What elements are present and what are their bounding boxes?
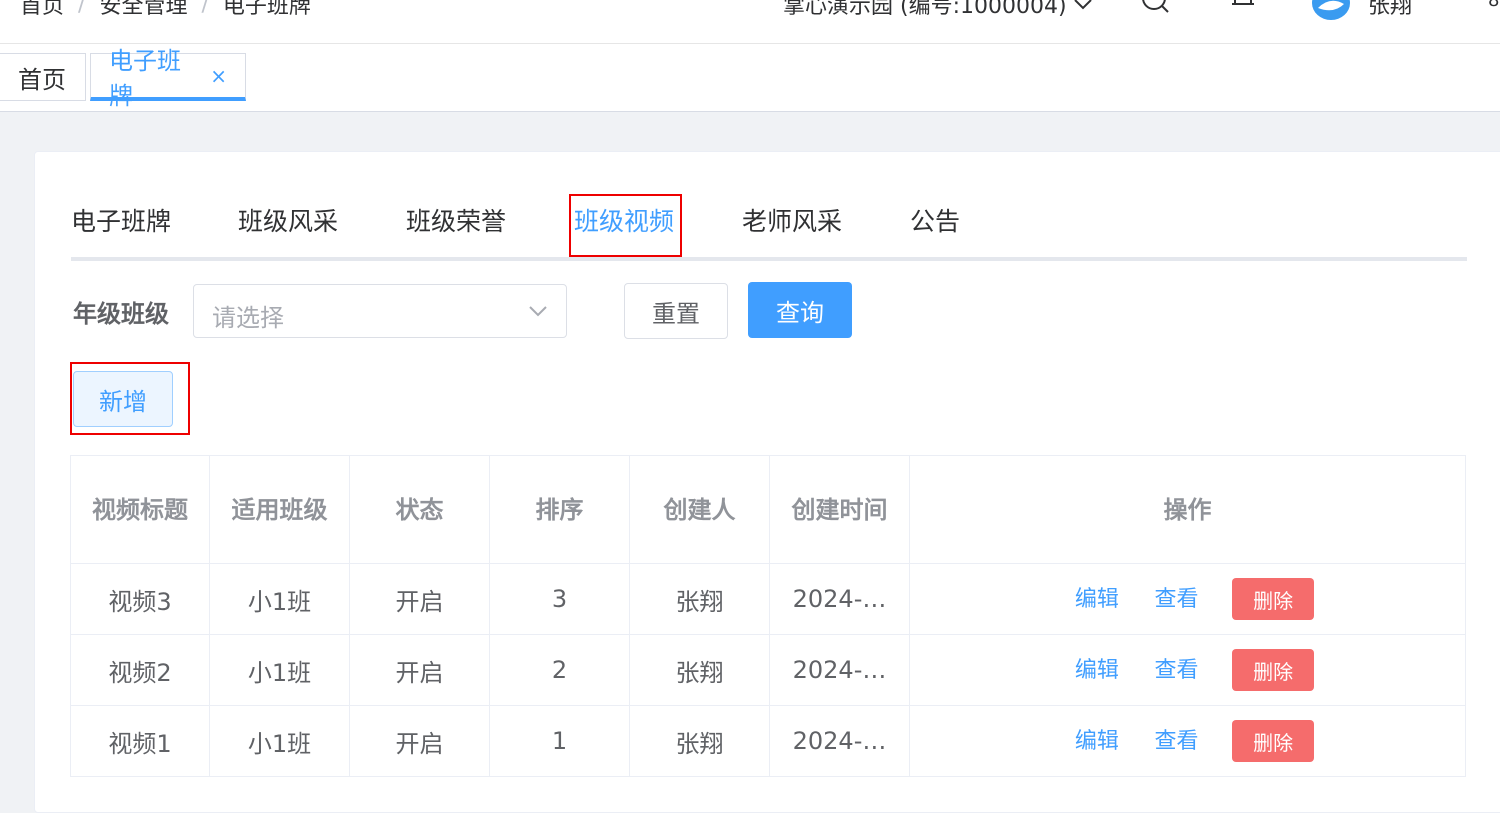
select-placeholder: 请选择 [212, 304, 284, 332]
delete-button[interactable]: 删除 [1232, 720, 1315, 762]
view-link[interactable]: 查看 [1155, 658, 1199, 683]
cell-actions: 编辑 查看 删除 [909, 634, 1466, 706]
cell-status: 开启 [349, 634, 490, 706]
cell-class: 小1班 [209, 705, 350, 777]
table-row: 视频2 小1班 开启 2 张翔 2024-… 编辑 查看 删除 [70, 634, 1466, 706]
cell-title: 视频3 [70, 563, 210, 635]
top-navbar: 首页 / 安全管理 / 电子班牌 掌心演示园 (编号:1000004) 张翔 8 [0, 0, 1500, 44]
school-name: 掌心演示园 (编号:1000004) [783, 0, 1067, 19]
delete-button[interactable]: 删除 [1232, 649, 1315, 691]
cell-class: 小1班 [209, 634, 350, 706]
table-row: 视频1 小1班 开启 1 张翔 2024-… 编辑 查看 删除 [70, 705, 1466, 777]
breadcrumb-separator: / [78, 0, 86, 17]
breadcrumb-separator: / [201, 0, 209, 17]
column-header: 视频标题 [70, 455, 210, 564]
close-icon[interactable]: × [210, 64, 227, 88]
search-icon[interactable] [1140, 0, 1170, 22]
table-header-row: 视频标题 适用班级 状态 排序 创建人 创建时间 操作 [70, 455, 1466, 564]
main-card: 电子班牌 班级风采 班级荣誉 班级视频 老师风采 公告 年级班级 请选择 重置 … [34, 151, 1500, 813]
cell-title: 视频2 [70, 634, 210, 706]
cell-title: 视频1 [70, 705, 210, 777]
cell-status: 开启 [349, 705, 490, 777]
reset-button[interactable]: 重置 [624, 283, 728, 339]
tag-home[interactable]: 首页 [0, 53, 86, 101]
tab-electronic-board[interactable]: 电子班牌 [71, 202, 171, 238]
chevron-down-icon [1073, 0, 1092, 10]
highlight-box-tab [569, 194, 682, 257]
tag-active-label: 电子班牌 [109, 46, 181, 110]
edit-link[interactable]: 编辑 [1075, 729, 1119, 754]
user-name[interactable]: 张翔 [1368, 0, 1412, 20]
cell-sort: 2 [489, 634, 630, 706]
video-table: 视频标题 适用班级 状态 排序 创建人 创建时间 操作 视频3 小1班 开启 3… [70, 455, 1466, 777]
cell-sort: 3 [489, 563, 630, 635]
view-link[interactable]: 查看 [1155, 729, 1199, 754]
column-header: 适用班级 [209, 455, 350, 564]
tab-class-honor[interactable]: 班级荣誉 [406, 202, 506, 238]
column-header: 排序 [489, 455, 630, 564]
grade-class-select[interactable]: 请选择 [193, 284, 567, 338]
cell-actions: 编辑 查看 删除 [909, 563, 1466, 635]
chevron-down-icon [529, 306, 547, 317]
breadcrumb-current: 电子班牌 [222, 0, 311, 19]
cell-created: 2024-… [769, 634, 910, 706]
cell-sort: 1 [489, 705, 630, 777]
column-header: 操作 [909, 455, 1466, 564]
cell-creator: 张翔 [629, 705, 770, 777]
breadcrumb: 首页 / 安全管理 / 电子班牌 [20, 0, 311, 20]
tab-announcement[interactable]: 公告 [910, 202, 960, 238]
tab-bar: 电子班牌 班级风采 班级荣誉 班级视频 老师风采 公告 [71, 192, 1467, 261]
bell-icon[interactable] [1228, 0, 1258, 22]
school-selector[interactable]: 掌心演示园 (编号:1000004) [783, 0, 1093, 20]
breadcrumb-safety[interactable]: 安全管理 [99, 0, 187, 20]
cell-created: 2024-… [769, 563, 910, 635]
user-avatar[interactable] [1312, 0, 1350, 20]
edge-text: 8 [1488, 0, 1500, 11]
tags-view: 首页 电子班牌 × [0, 44, 1500, 112]
edit-link[interactable]: 编辑 [1075, 587, 1119, 612]
tab-teacher-style[interactable]: 老师风采 [742, 202, 842, 238]
edit-link[interactable]: 编辑 [1075, 658, 1119, 683]
tag-home-label: 首页 [18, 65, 66, 94]
tab-class-style[interactable]: 班级风采 [238, 202, 338, 238]
column-header: 状态 [349, 455, 490, 564]
cell-actions: 编辑 查看 删除 [909, 705, 1466, 777]
grade-class-label: 年级班级 [73, 300, 169, 328]
highlight-box-add [70, 362, 190, 435]
tag-electronic-board[interactable]: 电子班牌 × [90, 47, 246, 110]
cell-creator: 张翔 [629, 634, 770, 706]
cell-status: 开启 [349, 563, 490, 635]
column-header: 创建人 [629, 455, 770, 564]
cell-created: 2024-… [769, 705, 910, 777]
view-link[interactable]: 查看 [1155, 587, 1199, 612]
breadcrumb-home[interactable]: 首页 [20, 0, 64, 20]
column-header: 创建时间 [769, 455, 910, 564]
table-row: 视频3 小1班 开启 3 张翔 2024-… 编辑 查看 删除 [70, 563, 1466, 635]
query-button[interactable]: 查询 [748, 282, 852, 338]
delete-button[interactable]: 删除 [1232, 578, 1315, 620]
cell-class: 小1班 [209, 563, 350, 635]
cell-creator: 张翔 [629, 563, 770, 635]
